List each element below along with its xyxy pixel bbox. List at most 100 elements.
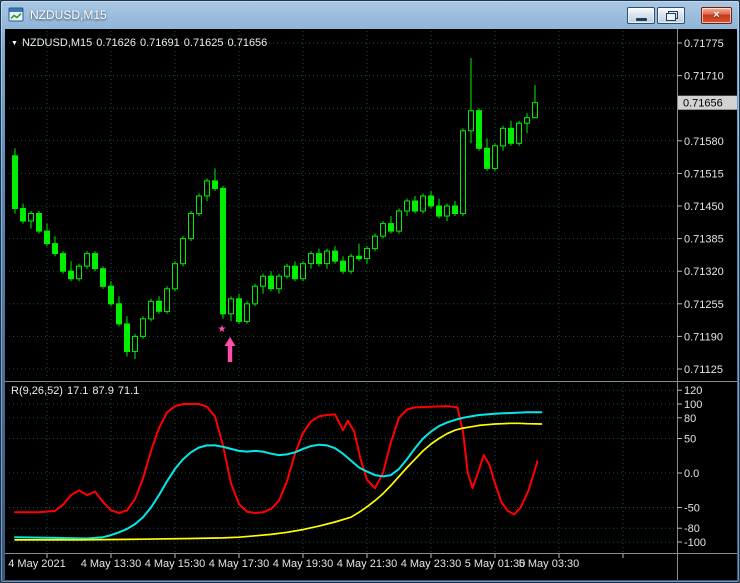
minimize-button[interactable]: [627, 6, 655, 24]
candle: [412, 196, 418, 214]
candle: [284, 263, 290, 279]
indicator-value-2: 87.9: [92, 385, 114, 397]
candle: [100, 266, 106, 289]
candle: [164, 286, 170, 314]
candle: [484, 138, 490, 171]
candle: [300, 261, 306, 282]
price-axis-label: 0.71580: [684, 136, 724, 148]
current-price-label: 0.71656: [683, 98, 723, 110]
time-axis-label: 4 May 19:30: [273, 558, 334, 570]
candle: [196, 193, 202, 216]
oscillator-lines: [14, 403, 543, 541]
candle: [76, 263, 82, 282]
window-title: NZDUSD,M15: [30, 8, 107, 22]
candle: [92, 251, 98, 272]
candle: [204, 178, 210, 201]
candle: [516, 120, 522, 146]
candle: [244, 301, 250, 324]
chart-ohlc-header: ▼ NZDUSD,M15 0.71626 0.71691 0.71625 0.71656: [11, 37, 271, 49]
indicator-axis-label: 120: [684, 385, 702, 397]
time-axis-label: 4 May 15:30: [145, 558, 206, 570]
candle: [508, 120, 514, 146]
candle: [260, 273, 266, 294]
indicator-axis-label: -50: [684, 503, 700, 515]
indicator-axis-label: -100: [684, 537, 706, 549]
price-axis-label: 0.71125: [684, 364, 723, 376]
candle: [524, 113, 530, 134]
indicator-axis-label: 80: [684, 413, 696, 425]
close-icon: ×: [713, 8, 720, 21]
chart-menu-icon[interactable]: ▼: [11, 40, 18, 47]
price-axis-label: 0.71775: [684, 38, 724, 50]
candle: [332, 246, 338, 264]
price-scale[interactable]: 0.71775 0.71710 0.71580 0.71515 0.71450 0.713…: [677, 38, 737, 376]
candle: [132, 333, 138, 359]
indicator-scale[interactable]: 120 100 80 50 0.0 -50 -80 -100: [677, 385, 706, 549]
time-axis-label: 4 May 13:30: [81, 558, 142, 570]
time-axis-label: 4 May 21:30: [337, 558, 398, 570]
candle: [364, 246, 370, 264]
candle: [404, 198, 410, 216]
candle: [108, 281, 114, 307]
candle: [316, 248, 322, 267]
candle: [28, 211, 34, 229]
window-controls: ×: [627, 6, 732, 24]
price-axis-label: 0.71450: [684, 201, 724, 213]
indicator-header: R(9,26,52) 17.1 87.9 71.1: [11, 385, 143, 397]
candle: [52, 236, 58, 257]
candle: [36, 211, 42, 234]
time-scale[interactable]: 4 May 2021 4 May 13:30 4 May 15:30 4 May 17…: [8, 554, 624, 570]
candle: [172, 261, 178, 292]
time-axis-label: 4 May 17:30: [209, 558, 270, 570]
candle: [220, 185, 226, 319]
ohlc-low: 0.71625: [183, 37, 224, 49]
time-axis-label: 5 May 03:30: [519, 558, 580, 570]
indicator-axis-label: -80: [684, 523, 700, 535]
candle: [372, 233, 378, 252]
time-axis-label: 4 May 2021: [8, 558, 65, 570]
candle: [420, 193, 426, 214]
candle: [140, 316, 146, 339]
window-titlebar[interactable]: NZDUSD,M15 ×: [1, 1, 739, 29]
chart-client-area[interactable]: ▼ NZDUSD,M15 0.71626 0.71691 0.71625 0.71656 …: [5, 29, 737, 580]
price-chart[interactable]: ★0.717750.717100.715800.715150.714500.71…: [5, 29, 737, 580]
indicator-name: R(9,26,52): [11, 385, 63, 397]
indicator-value-1: 17.1: [66, 385, 89, 397]
indicator-axis-label: 100: [684, 399, 702, 411]
restore-icon: [666, 10, 678, 21]
candle: [228, 296, 234, 322]
candle: [436, 198, 442, 219]
mt4-chart-window: NZDUSD,M15 × ▼ NZDUSD,M15 0.71626 0.71691 0.…: [0, 0, 740, 583]
candle: [44, 223, 50, 247]
close-button[interactable]: ×: [701, 6, 732, 24]
rci-52-line: [14, 422, 543, 541]
chart-window-icon: [8, 7, 24, 23]
candle: [348, 253, 354, 274]
ohlc-close: 0.71656: [227, 37, 268, 49]
restore-button[interactable]: [657, 6, 685, 24]
candle: [428, 191, 434, 209]
candle: [340, 256, 346, 274]
candle: [116, 296, 122, 327]
candle: [500, 125, 506, 151]
candle: [60, 251, 66, 274]
candle: [188, 211, 194, 242]
candle: [268, 271, 274, 292]
price-axis-label: 0.71190: [684, 331, 723, 343]
candle: [492, 143, 498, 171]
price-axis-label: 0.71320: [684, 266, 724, 278]
candle: [212, 168, 218, 191]
price-axis-label: 0.71515: [684, 168, 724, 180]
ohlc-symbol: NZDUSD,M15: [21, 37, 93, 49]
price-axis-label: 0.71255: [684, 299, 724, 311]
time-axis-label: 5 May 01:30: [465, 558, 526, 570]
minimize-icon: [636, 17, 647, 21]
candle: [180, 236, 186, 267]
time-axis-label: 4 May 23:30: [401, 558, 462, 570]
candle: [12, 148, 18, 214]
candle: [148, 298, 154, 322]
star-marker: ★: [218, 324, 227, 335]
price-axis-label: 0.71710: [684, 71, 724, 83]
candle: [292, 261, 298, 282]
rci-9-line: [14, 403, 539, 516]
